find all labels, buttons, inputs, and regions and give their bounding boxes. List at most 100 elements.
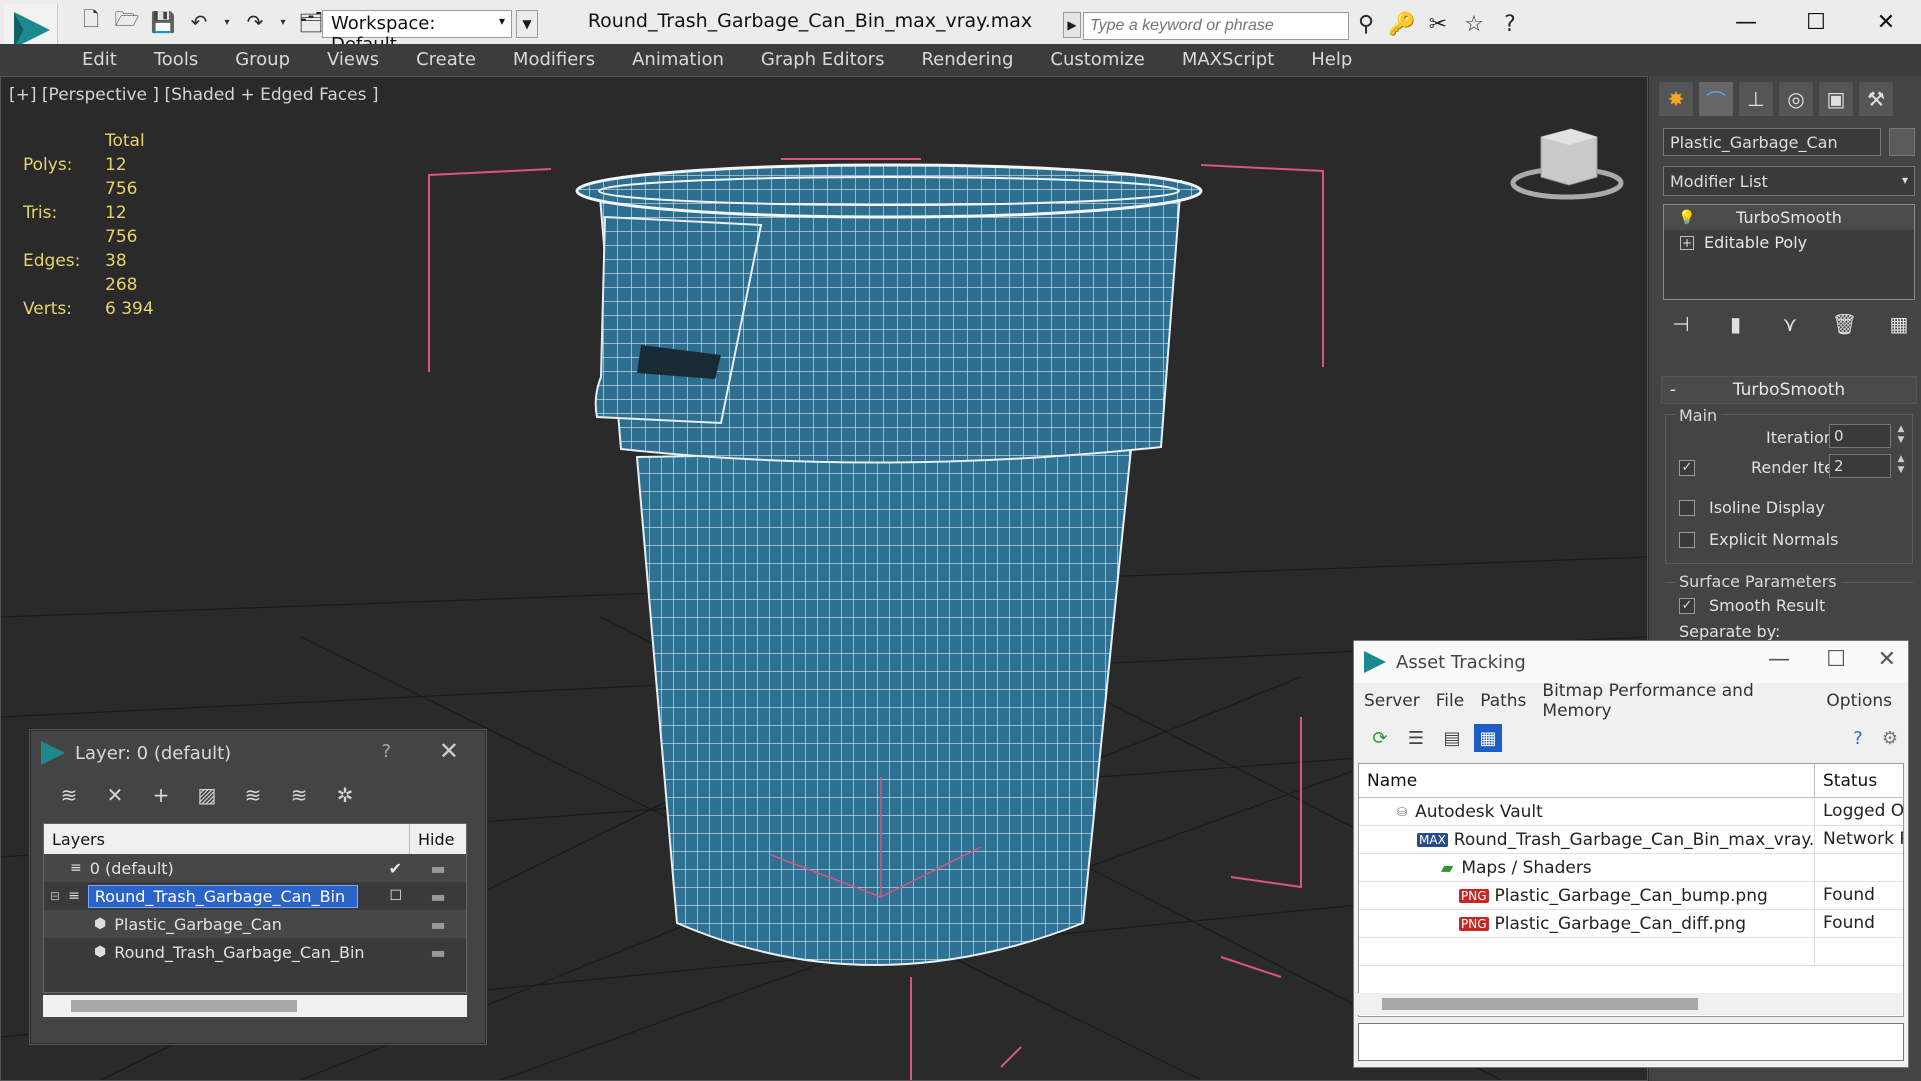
menu-help[interactable]: Help xyxy=(1311,44,1371,76)
save-icon[interactable]: 💾 xyxy=(148,8,178,36)
motion-tab-icon[interactable]: ◎ xyxy=(1779,82,1813,116)
render-iters-checkbox[interactable]: ✓ xyxy=(1679,460,1695,476)
modify-tab-icon[interactable]: ⌒ xyxy=(1699,82,1733,116)
create-tab-icon[interactable]: ✸ xyxy=(1659,82,1693,116)
menu-maxscript[interactable]: MAXScript xyxy=(1182,44,1293,76)
add-to-layer-icon[interactable]: + xyxy=(143,779,179,811)
column-status[interactable]: Status xyxy=(1815,764,1903,797)
scrollbar-thumb[interactable] xyxy=(1382,998,1698,1010)
column-hide[interactable]: Hide xyxy=(410,824,466,854)
layer-state-icon[interactable]: ☐ xyxy=(389,888,402,904)
asset-window-titlebar[interactable]: Asset Tracking — ☐ ✕ xyxy=(1354,641,1908,683)
menu-modifiers[interactable]: Modifiers xyxy=(513,44,614,76)
menu-tools[interactable]: Tools xyxy=(154,44,217,76)
thumbnail-view-icon[interactable]: ▤ xyxy=(1438,724,1466,752)
asset-row[interactable]: MAX Round_Trash_Garbage_Can_Bin_max_vray.… xyxy=(1359,826,1903,854)
layer-row[interactable]: ⬢ Round_Trash_Garbage_Can_Bin ▬ xyxy=(44,938,466,966)
redo-dropdown-icon[interactable]: ▾ xyxy=(276,8,290,36)
key-icon[interactable]: 🔑 xyxy=(1388,10,1416,38)
hide-toggle-icon[interactable]: ▬ xyxy=(410,943,466,962)
close-icon[interactable]: ✕ xyxy=(1878,647,1896,672)
close-icon[interactable]: ✕ xyxy=(439,737,459,765)
turbosmooth-rollout-header[interactable]: - TurboSmooth xyxy=(1661,376,1917,404)
search-expand-button[interactable]: ▶ xyxy=(1063,12,1081,38)
asset-row[interactable]: ▰ Maps / Shaders xyxy=(1359,854,1903,882)
workspace-menu-button[interactable]: ▼ xyxy=(516,10,538,38)
modifier-list-dropdown[interactable]: Modifier List ▾ xyxy=(1663,166,1915,196)
menu-file[interactable]: File xyxy=(1436,691,1464,711)
menu-server[interactable]: Server xyxy=(1364,691,1420,711)
select-objects-icon[interactable]: ▨ xyxy=(189,779,225,811)
pin-stack-icon[interactable]: ⊣ xyxy=(1665,312,1697,336)
assets-horizontal-scrollbar[interactable] xyxy=(1358,993,1902,1015)
delete-layer-icon[interactable]: ✕ xyxy=(97,779,133,811)
display-tab-icon[interactable]: ▣ xyxy=(1819,82,1853,116)
configure-sets-icon[interactable]: ▦ xyxy=(1883,312,1915,336)
collapse-icon[interactable]: ⊟ xyxy=(50,889,60,903)
new-file-icon[interactable]: 🗋 xyxy=(76,7,106,36)
scrollbar-thumb[interactable] xyxy=(71,1000,297,1012)
maximize-icon[interactable]: ☐ xyxy=(1781,0,1851,44)
redo-icon[interactable]: ↷ xyxy=(240,8,270,36)
render-iters-spinner[interactable]: 2 xyxy=(1829,454,1891,478)
layer-row[interactable]: ⊟ ≡ Round_Trash_Garbage_Can_Bin ☐ ▬ xyxy=(44,882,466,910)
vault-settings-icon[interactable]: ⚙ xyxy=(1876,724,1904,752)
remove-modifier-icon[interactable]: 🗑 xyxy=(1829,312,1861,336)
workspace-dropdown[interactable]: Workspace: Default ▾ xyxy=(322,10,512,55)
lightbulb-icon[interactable]: 💡 xyxy=(1678,210,1695,226)
object-name-field[interactable]: Plastic_Garbage_Can xyxy=(1663,128,1881,156)
close-icon[interactable]: ✕ xyxy=(1851,0,1921,44)
hide-toggle-icon[interactable]: ▬ xyxy=(410,859,466,878)
menu-options[interactable]: Options xyxy=(1826,691,1892,711)
asset-row[interactable]: ⛁ Autodesk Vault Logged Out xyxy=(1359,798,1903,826)
menu-rendering[interactable]: Rendering xyxy=(921,44,1032,76)
minimize-icon[interactable]: — xyxy=(1768,647,1790,672)
stack-item-editable-poly[interactable]: + Editable Poly xyxy=(1664,230,1914,255)
hide-toggle-icon[interactable]: ▬ xyxy=(410,887,466,906)
maximize-icon[interactable]: ☐ xyxy=(1826,647,1846,672)
spinner-arrows-icon[interactable]: ▲ ▼ xyxy=(1895,424,1907,448)
hide-layers-icon[interactable]: ≋ xyxy=(281,779,317,811)
layer-row[interactable]: ⬢ Plastic_Garbage_Can ▬ xyxy=(44,910,466,938)
open-file-icon[interactable]: 🗁 xyxy=(112,7,142,36)
menu-views[interactable]: Views xyxy=(327,44,398,76)
current-layer-check-icon[interactable]: ✔ xyxy=(389,859,402,878)
minimize-icon[interactable]: — xyxy=(1711,0,1781,44)
expand-icon[interactable]: + xyxy=(1680,235,1694,250)
viewcube-icon[interactable] xyxy=(1510,128,1624,200)
viewport-label[interactable]: [+] [Perspective ] [Shaded + Edged Faces… xyxy=(9,85,378,105)
undo-dropdown-icon[interactable]: ▾ xyxy=(220,8,234,36)
refresh-icon[interactable]: ⟳ xyxy=(1366,724,1394,752)
column-name[interactable]: Name xyxy=(1359,764,1815,797)
search-input[interactable] xyxy=(1083,12,1349,40)
smooth-result-checkbox[interactable]: ✓ xyxy=(1679,598,1695,614)
asset-row[interactable]: PNG Plastic_Garbage_Can_bump.png Found xyxy=(1359,882,1903,910)
layer-window-titlebar[interactable]: Layer: 0 (default) ? ✕ xyxy=(31,731,485,775)
show-end-result-icon[interactable]: ▮ xyxy=(1720,312,1752,336)
menu-customize[interactable]: Customize xyxy=(1050,44,1163,76)
make-unique-icon[interactable]: ⋎ xyxy=(1774,312,1806,336)
star-icon[interactable]: ☆ xyxy=(1460,10,1488,38)
menu-graph-editors[interactable]: Graph Editors xyxy=(761,44,904,76)
vault-help-icon[interactable]: ? xyxy=(1844,724,1872,752)
new-layer-icon[interactable]: ≋ xyxy=(51,779,87,811)
menu-animation[interactable]: Animation xyxy=(632,44,743,76)
explicit-normals-checkbox[interactable] xyxy=(1679,532,1695,548)
help-icon[interactable]: ? xyxy=(381,741,391,762)
binoculars-icon[interactable]: ⚲ xyxy=(1352,10,1380,38)
highlight-layer-icon[interactable]: ≋ xyxy=(235,779,271,811)
undo-icon[interactable]: ↶ xyxy=(184,8,214,36)
menu-create[interactable]: Create xyxy=(416,44,495,76)
object-color-swatch[interactable] xyxy=(1889,128,1915,156)
tools-icon[interactable]: ✂ xyxy=(1424,10,1452,38)
freeze-layers-icon[interactable]: ✲ xyxy=(327,779,363,811)
hide-toggle-icon[interactable]: ▬ xyxy=(410,915,466,934)
asset-row[interactable]: PNG Plastic_Garbage_Can_diff.png Found xyxy=(1359,910,1903,938)
menu-bitmap-performance[interactable]: Bitmap Performance and Memory xyxy=(1542,681,1810,721)
layer-row[interactable]: ≡ 0 (default) ✔ ▬ xyxy=(44,854,466,882)
layers-horizontal-scrollbar[interactable] xyxy=(43,995,467,1017)
column-layers[interactable]: Layers xyxy=(44,824,410,854)
stack-item-turbosmooth[interactable]: 💡 TurboSmooth xyxy=(1664,205,1914,230)
hierarchy-tab-icon[interactable]: ⊥ xyxy=(1739,82,1773,116)
list-view-icon[interactable]: ☰ xyxy=(1402,724,1430,752)
